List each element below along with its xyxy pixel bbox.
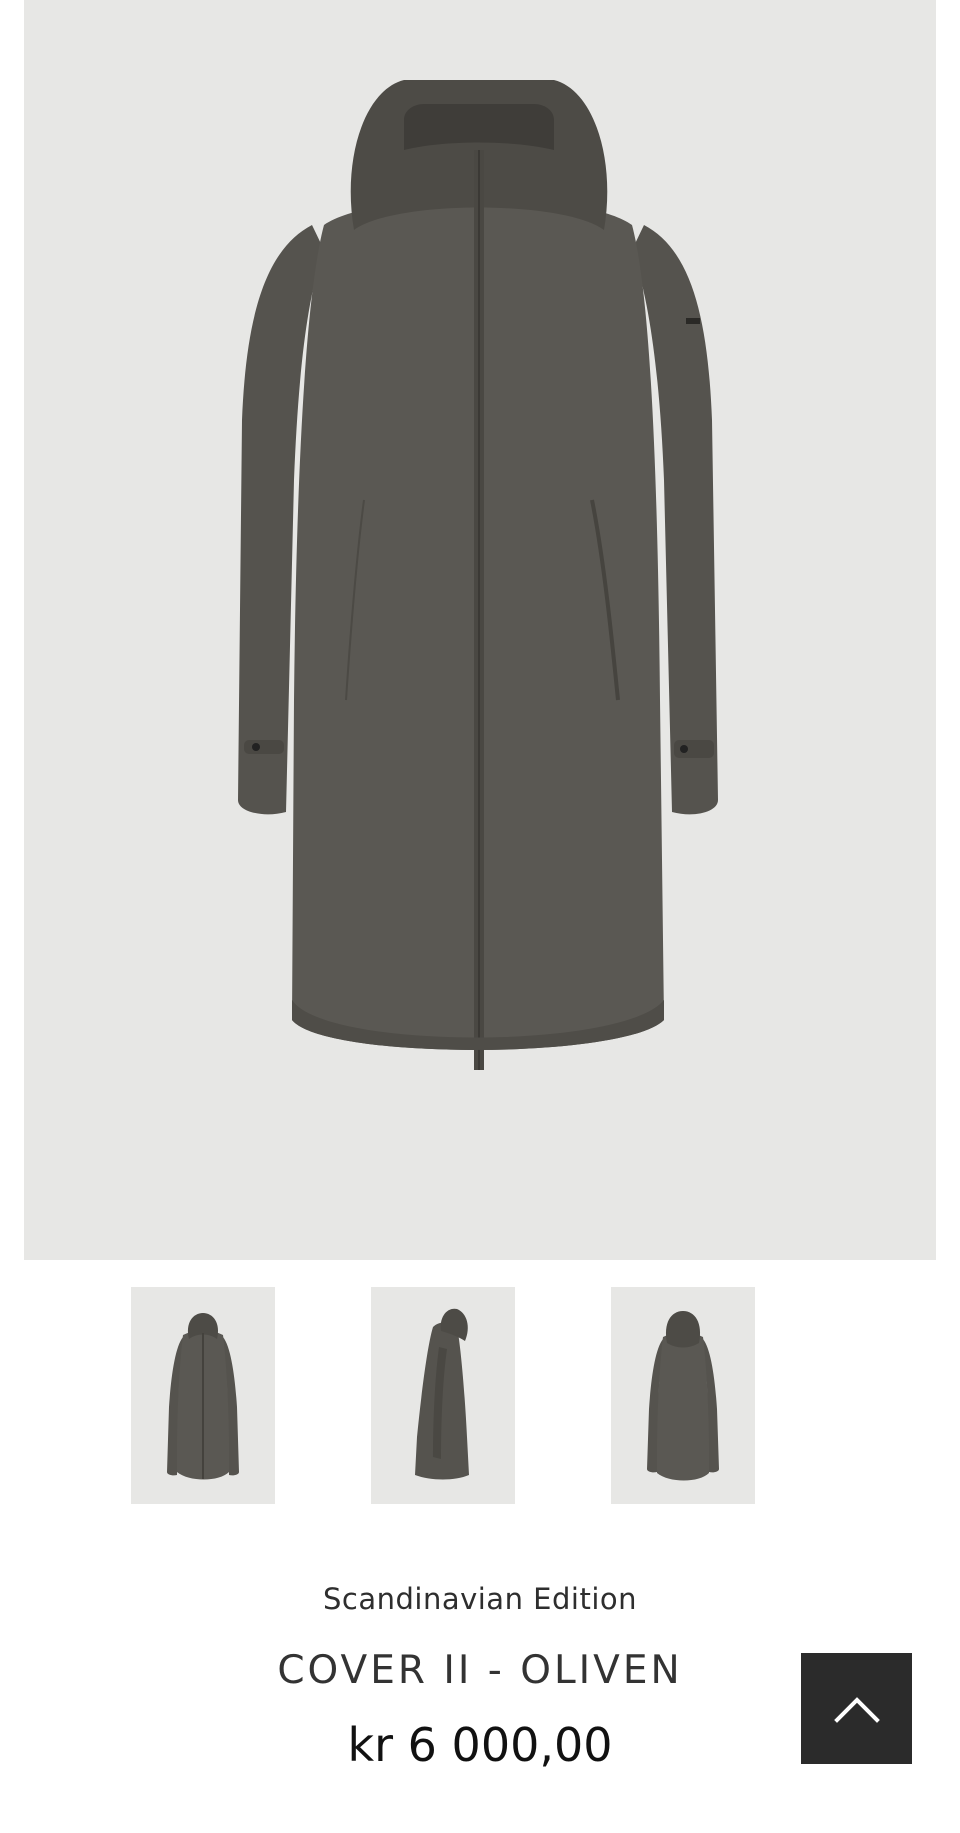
scroll-to-top-button[interactable] xyxy=(801,1653,912,1764)
product-brand[interactable]: Scandinavian Edition xyxy=(0,1582,960,1616)
thumbnail-back[interactable] xyxy=(611,1287,755,1504)
thumbnail-side[interactable] xyxy=(371,1287,515,1504)
coat-back-thumbnail xyxy=(647,1311,719,1481)
product-page: Scandinavian Edition COVER II - OLIVEN k… xyxy=(0,0,960,1833)
coat-front-thumbnail xyxy=(167,1313,239,1480)
thumbnail-front[interactable] xyxy=(131,1287,275,1504)
chevron-up-icon xyxy=(833,1696,880,1723)
coat-side-thumbnail xyxy=(415,1308,469,1480)
coat-front-photo xyxy=(238,80,718,1070)
main-product-image[interactable] xyxy=(24,0,936,1260)
